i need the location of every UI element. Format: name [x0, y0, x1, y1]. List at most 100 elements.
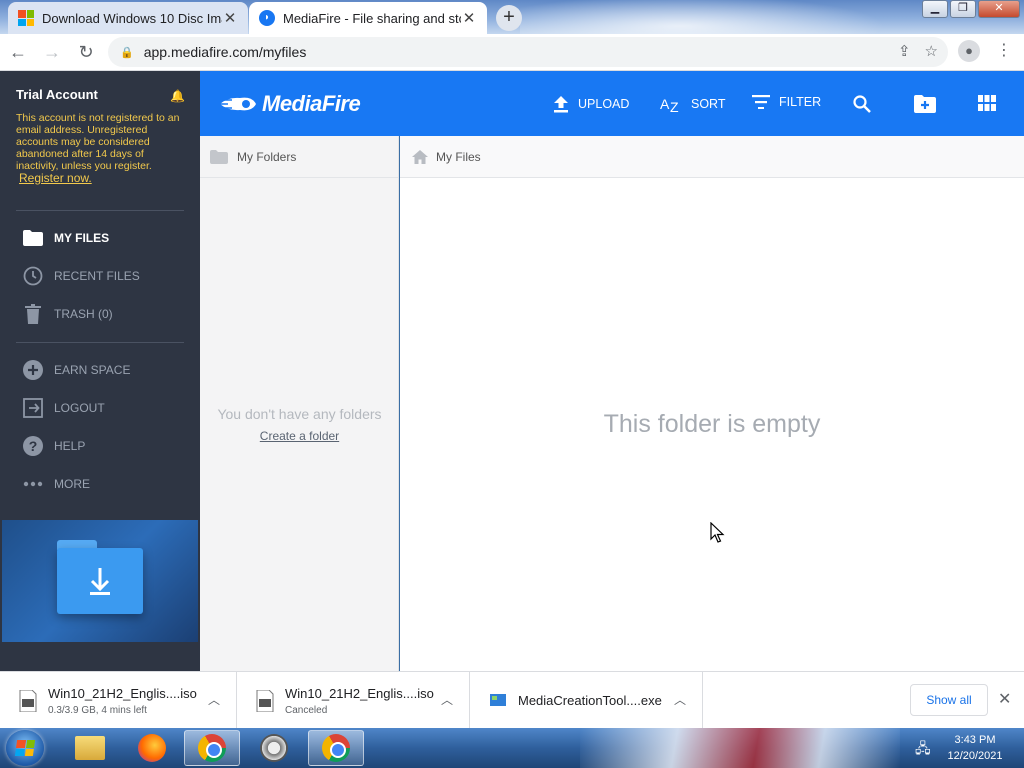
help-icon: ? [22, 435, 44, 457]
file-explorer-icon [75, 736, 105, 760]
forward-icon[interactable]: → [36, 36, 68, 68]
taskbar-explorer[interactable] [62, 730, 118, 766]
filter-label: FILTER [779, 95, 822, 109]
upload-button[interactable]: UPLOAD [553, 95, 629, 113]
firefox-icon [138, 734, 166, 762]
filter-icon [752, 95, 770, 109]
download-status: 0.3/3.9 GB, 4 mins left [48, 704, 147, 716]
new-tab-button[interactable]: + [496, 5, 522, 31]
download-name: MediaCreationTool....exe [518, 693, 662, 708]
sidebar-item-help[interactable]: ? HELP [22, 435, 85, 457]
divider [16, 210, 184, 211]
download-folder-icon [57, 548, 143, 614]
time: 3:43 PM [954, 734, 996, 746]
download-item[interactable]: Win10_21H2_Englis....iso 0.3/3.9 GB, 4 m… [0, 672, 237, 729]
folder-icon [22, 227, 44, 249]
tab-title: Download Windows 10 Disc Imag [42, 10, 222, 26]
sidebar-item-more[interactable]: MORE [22, 473, 90, 495]
create-folder-link[interactable]: Create a folder [200, 429, 399, 443]
breadcrumb-my-files[interactable]: My Files [436, 150, 481, 164]
sidebar-item-trash[interactable]: TRASH (0) [22, 303, 113, 325]
search-icon [853, 95, 871, 113]
url-text: app.mediafire.com/myfiles [143, 44, 307, 60]
desktop-app-promo[interactable] [2, 520, 198, 642]
sidebar-item-my-files[interactable]: MY FILES [22, 227, 109, 249]
tab-download-windows[interactable]: Download Windows 10 Disc Imag ✕ [8, 2, 248, 34]
close-icon[interactable]: ✕ [222, 9, 238, 27]
sort-button[interactable]: AZ SORT [660, 95, 726, 113]
taskbar: 🖧 3:43 PM 12/20/2021 [0, 728, 1024, 768]
download-status: Canceled [285, 704, 328, 716]
sidebar-item-earn-space[interactable]: EARN SPACE [22, 359, 130, 381]
folder-icon [210, 149, 228, 164]
network-icon[interactable]: 🖧 [915, 738, 931, 762]
sidebar-item-label: TRASH (0) [54, 307, 113, 321]
chevron-up-icon[interactable]: ︿ [674, 691, 686, 708]
bookmark-star-icon[interactable]: ☆ [925, 42, 938, 60]
iso-file-icon [19, 689, 37, 712]
windows-logo-icon [14, 740, 36, 756]
address-bar[interactable]: 🔒 app.mediafire.com/myfiles ⇪ ☆ [108, 37, 948, 67]
taskbar-chrome[interactable] [184, 730, 240, 766]
taskbar-chrome-2[interactable] [308, 730, 364, 766]
iso-file-icon [256, 689, 274, 712]
sidebar-item-label: LOGOUT [54, 401, 105, 415]
window-close-button[interactable]: ✕ [978, 0, 1020, 18]
folders-panel-header: My Folders [200, 136, 398, 178]
sidebar-item-label: HELP [54, 439, 86, 453]
browser-tab-strip: Download Windows 10 Disc Imag ✕ ◗ MediaF… [0, 0, 1024, 34]
reload-icon[interactable]: ↻ [70, 36, 102, 68]
minimize-button[interactable]: ▁ [922, 0, 948, 18]
chevron-up-icon[interactable]: ︿ [441, 691, 453, 708]
microsoft-logo-icon [18, 10, 34, 26]
account-warning: This account is not registered to an ema… [16, 112, 182, 185]
trash-icon [22, 303, 44, 325]
sort-label: SORT [691, 97, 726, 111]
date: 12/20/2021 [947, 750, 1003, 762]
sidebar-item-label: EARN SPACE [54, 363, 131, 377]
upload-icon [553, 95, 569, 113]
show-all-button[interactable]: Show all [910, 684, 988, 716]
grid-view-button[interactable] [978, 95, 1005, 111]
filter-button[interactable]: FILTER [752, 95, 821, 109]
browser-menu-icon[interactable]: ⋮ [996, 40, 1012, 60]
account-warning-text: This account is not registered to an ema… [16, 112, 180, 172]
exe-file-icon [490, 693, 506, 706]
restore-button[interactable]: ❐ [950, 0, 976, 18]
plus-circle-icon [22, 359, 44, 381]
share-icon[interactable]: ⇪ [898, 42, 911, 60]
close-icon[interactable]: ✕ [461, 9, 477, 27]
profile-avatar-icon[interactable]: ● [958, 40, 980, 62]
taskbar-media[interactable] [246, 730, 302, 766]
mediafire-logo[interactable]: MediaFire [218, 91, 361, 117]
clock[interactable]: 3:43 PM 12/20/2021 [940, 732, 1010, 764]
browser-toolbar: ← → ↻ 🔒 app.mediafire.com/myfiles ⇪ ☆ [0, 34, 1024, 71]
sidebar-item-recent-files[interactable]: RECENT FILES [22, 265, 140, 287]
breadcrumb: My Files [400, 136, 1024, 178]
empty-folders-message: You don't have any folders Create a fold… [200, 406, 399, 443]
sidebar: Trial Account 🔔 This account is not regi… [0, 71, 200, 671]
sidebar-item-logout[interactable]: LOGOUT [22, 397, 105, 419]
clock-icon [22, 265, 44, 287]
start-button[interactable] [6, 730, 44, 766]
close-icon[interactable]: ✕ [998, 689, 1011, 709]
new-folder-button[interactable] [914, 95, 945, 113]
bell-icon[interactable]: 🔔 [170, 89, 185, 103]
download-item[interactable]: MediaCreationTool....exe ︿ [470, 672, 703, 729]
mediafire-flame-icon [220, 97, 256, 111]
search-button[interactable] [853, 95, 880, 113]
taskbar-firefox[interactable] [124, 730, 180, 766]
lock-icon[interactable]: 🔒 [120, 46, 134, 59]
tab-mediafire[interactable]: ◗ MediaFire - File sharing and stor ✕ [249, 2, 487, 34]
back-icon[interactable]: ← [2, 36, 34, 68]
download-item[interactable]: Win10_21H2_Englis....iso Canceled ︿ [237, 672, 470, 729]
sort-az-icon: AZ [660, 95, 682, 113]
empty-folder-message: This folder is empty [603, 410, 821, 438]
media-player-icon [260, 734, 288, 762]
chrome-icon [322, 734, 350, 762]
chevron-up-icon[interactable]: ︿ [208, 691, 220, 708]
logo-text: MediaFire [262, 91, 361, 116]
svg-text:?: ? [29, 438, 38, 454]
home-icon[interactable] [412, 149, 428, 164]
register-link[interactable]: Register now. [19, 171, 92, 185]
